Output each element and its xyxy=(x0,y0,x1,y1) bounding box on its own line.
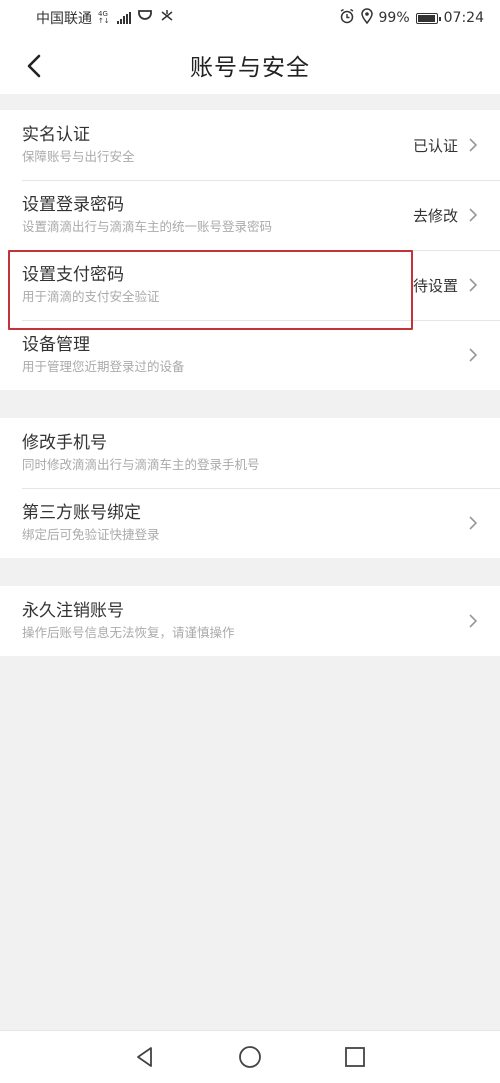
row-subtitle: 用于管理您近期登录过的设备 xyxy=(22,359,185,374)
battery-icon xyxy=(415,12,441,24)
row-subtitle: 绑定后可免验证快捷登录 xyxy=(22,527,160,542)
row-title: 设备管理 xyxy=(22,335,90,355)
status-bar: 中国联通 4G ↑↓ 99% 07:24 xyxy=(0,0,500,36)
location-icon xyxy=(360,8,373,28)
row-status: 待设置 xyxy=(412,276,458,295)
row-title: 设置登录密码 xyxy=(22,195,124,215)
signal-icon xyxy=(116,12,131,24)
chevron-right-icon xyxy=(469,138,478,152)
chevron-right-icon xyxy=(469,516,478,530)
recents-square-icon xyxy=(345,1047,365,1067)
chevron-left-icon xyxy=(27,54,41,78)
third-party-binding-row[interactable]: 第三方账号绑定 绑定后可免验证快捷登录 xyxy=(0,488,500,558)
chevron-right-icon xyxy=(469,278,478,292)
row-status: 去修改 xyxy=(412,206,458,225)
status-left: 中国联通 4G ↑↓ xyxy=(36,8,175,28)
real-name-verification-row[interactable]: 实名认证 保障账号与出行安全 已认证 xyxy=(0,110,500,180)
clock-time: 07:24 xyxy=(443,10,484,26)
security-group-1: 实名认证 保障账号与出行安全 已认证 设置登录密码 设置滴滴出行与滴滴车主的统一… xyxy=(0,110,500,390)
battery-percent: 99% xyxy=(378,10,410,26)
system-recents-button[interactable] xyxy=(340,1042,370,1072)
back-button[interactable] xyxy=(18,50,50,82)
network-type: 4G ↑↓ xyxy=(98,11,111,25)
system-home-button[interactable] xyxy=(235,1042,265,1072)
alarm-icon xyxy=(339,8,355,28)
row-subtitle: 同时修改滴滴出行与滴滴车主的登录手机号 xyxy=(22,457,260,472)
row-title: 永久注销账号 xyxy=(22,601,124,621)
device-management-row[interactable]: 设备管理 用于管理您近期登录过的设备 xyxy=(0,320,500,390)
row-subtitle: 用于滴滴的支付安全验证 xyxy=(22,289,160,304)
row-status: 已认证 xyxy=(412,136,458,155)
chevron-right-icon xyxy=(469,348,478,362)
system-navigation-bar xyxy=(0,1030,500,1083)
carrier-name: 中国联通 xyxy=(36,11,92,27)
header: 账号与安全 xyxy=(0,36,500,94)
system-back-button[interactable] xyxy=(130,1042,160,1072)
row-subtitle: 保障账号与出行安全 xyxy=(22,149,135,164)
home-circle-icon xyxy=(239,1046,261,1068)
row-title: 设置支付密码 xyxy=(22,265,124,285)
page-title: 账号与安全 xyxy=(190,55,310,81)
security-group-3: 永久注销账号 操作后账号信息无法恢复，请谨慎操作 xyxy=(0,586,500,656)
security-group-2: 修改手机号 同时修改滴滴出行与滴滴车主的登录手机号 第三方账号绑定 绑定后可免验… xyxy=(0,418,500,558)
status-right: 99% 07:24 xyxy=(339,8,484,28)
delete-account-row[interactable]: 永久注销账号 操作后账号信息无法恢复，请谨慎操作 xyxy=(0,586,500,656)
change-phone-number-row[interactable]: 修改手机号 同时修改滴滴出行与滴滴车主的登录手机号 xyxy=(0,418,500,488)
chevron-right-icon xyxy=(469,614,478,628)
row-title: 修改手机号 xyxy=(22,433,107,453)
chevron-right-icon xyxy=(469,208,478,222)
network-activity: ↑↓ xyxy=(98,17,110,25)
app-notification-icon xyxy=(137,9,153,27)
back-triangle-icon xyxy=(137,1047,152,1067)
app-notification-icon-2 xyxy=(159,9,175,27)
row-title: 第三方账号绑定 xyxy=(22,503,141,523)
row-title: 实名认证 xyxy=(22,125,90,145)
set-login-password-row[interactable]: 设置登录密码 设置滴滴出行与滴滴车主的统一账号登录密码 去修改 xyxy=(0,180,500,250)
row-subtitle: 设置滴滴出行与滴滴车主的统一账号登录密码 xyxy=(22,219,273,234)
set-payment-password-row[interactable]: 设置支付密码 用于滴滴的支付安全验证 待设置 xyxy=(0,250,500,320)
row-subtitle: 操作后账号信息无法恢复，请谨慎操作 xyxy=(22,625,235,640)
